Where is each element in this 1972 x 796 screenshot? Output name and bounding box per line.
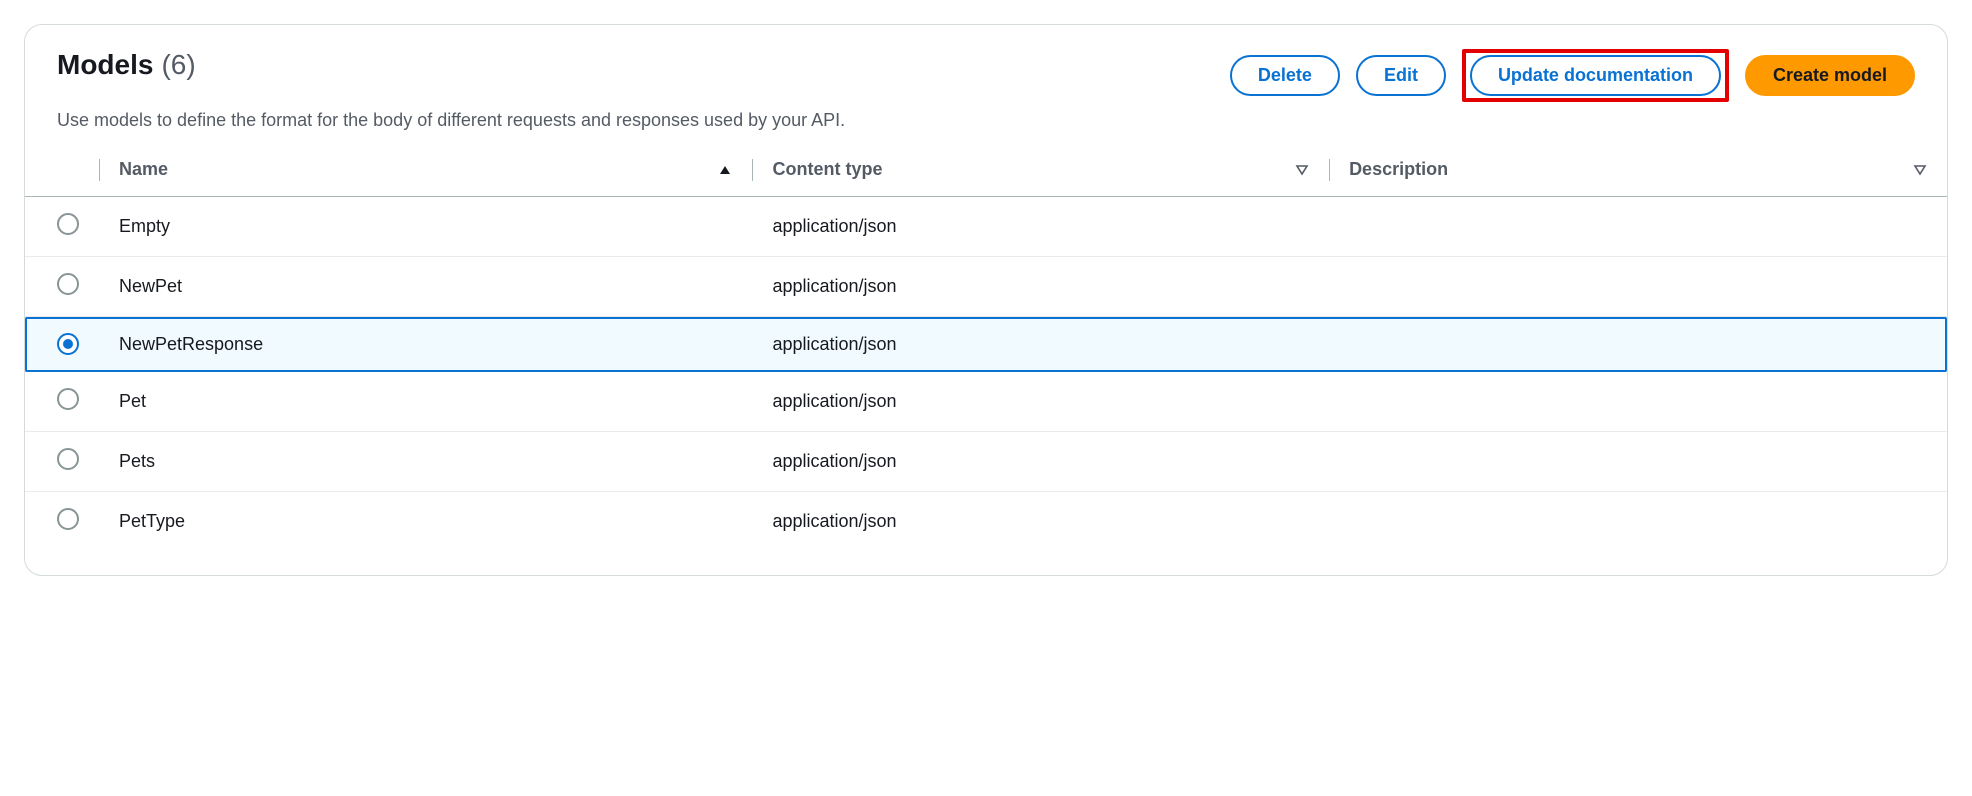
models-table: Name Content type xyxy=(25,143,1947,551)
sort-asc-icon xyxy=(718,163,732,177)
action-bar: Delete Edit Update documentation Create … xyxy=(1230,49,1915,102)
table-row[interactable]: Empty application/json xyxy=(25,197,1947,257)
highlight-annotation: Update documentation xyxy=(1462,49,1729,102)
column-select xyxy=(25,143,99,197)
cell-content-type: application/json xyxy=(752,372,1329,432)
column-description[interactable]: Description xyxy=(1329,143,1947,197)
cell-name: Pet xyxy=(99,372,752,432)
page-title: Models xyxy=(57,49,153,81)
column-content-type-label: Content type xyxy=(772,159,882,180)
cell-description xyxy=(1329,317,1947,372)
cell-description xyxy=(1329,432,1947,492)
cell-description xyxy=(1329,257,1947,317)
cell-name: NewPet xyxy=(99,257,752,317)
delete-button[interactable]: Delete xyxy=(1230,55,1340,96)
radio-select[interactable] xyxy=(57,508,79,530)
models-panel: Models (6) Delete Edit Update documentat… xyxy=(24,24,1948,576)
cell-name: Pets xyxy=(99,432,752,492)
table-row[interactable]: Pets application/json xyxy=(25,432,1947,492)
panel-header: Models (6) Delete Edit Update documentat… xyxy=(25,49,1947,110)
cell-name: PetType xyxy=(99,492,752,552)
cell-name: NewPetResponse xyxy=(99,317,752,372)
update-documentation-button[interactable]: Update documentation xyxy=(1470,55,1721,96)
panel-description: Use models to define the format for the … xyxy=(25,110,1947,143)
radio-select[interactable] xyxy=(57,448,79,470)
table-row[interactable]: NewPet application/json xyxy=(25,257,1947,317)
cell-content-type: application/json xyxy=(752,257,1329,317)
radio-select[interactable] xyxy=(57,273,79,295)
title-row: Models (6) xyxy=(57,49,196,81)
radio-select[interactable] xyxy=(57,333,79,355)
cell-content-type: application/json xyxy=(752,317,1329,372)
create-model-button[interactable]: Create model xyxy=(1745,55,1915,96)
table-row[interactable]: Pet application/json xyxy=(25,372,1947,432)
cell-description xyxy=(1329,197,1947,257)
filter-icon xyxy=(1295,163,1309,177)
column-name[interactable]: Name xyxy=(99,143,752,197)
cell-content-type: application/json xyxy=(752,492,1329,552)
edit-button[interactable]: Edit xyxy=(1356,55,1446,96)
cell-content-type: application/json xyxy=(752,197,1329,257)
table-row[interactable]: PetType application/json xyxy=(25,492,1947,552)
column-name-label: Name xyxy=(119,159,168,180)
radio-select[interactable] xyxy=(57,213,79,235)
item-count: (6) xyxy=(161,49,195,81)
cell-description xyxy=(1329,372,1947,432)
column-description-label: Description xyxy=(1349,159,1448,180)
column-content-type[interactable]: Content type xyxy=(752,143,1329,197)
filter-icon xyxy=(1913,163,1927,177)
cell-content-type: application/json xyxy=(752,432,1329,492)
cell-description xyxy=(1329,492,1947,552)
cell-name: Empty xyxy=(99,197,752,257)
table-row[interactable]: NewPetResponse application/json xyxy=(25,317,1947,372)
radio-select[interactable] xyxy=(57,388,79,410)
